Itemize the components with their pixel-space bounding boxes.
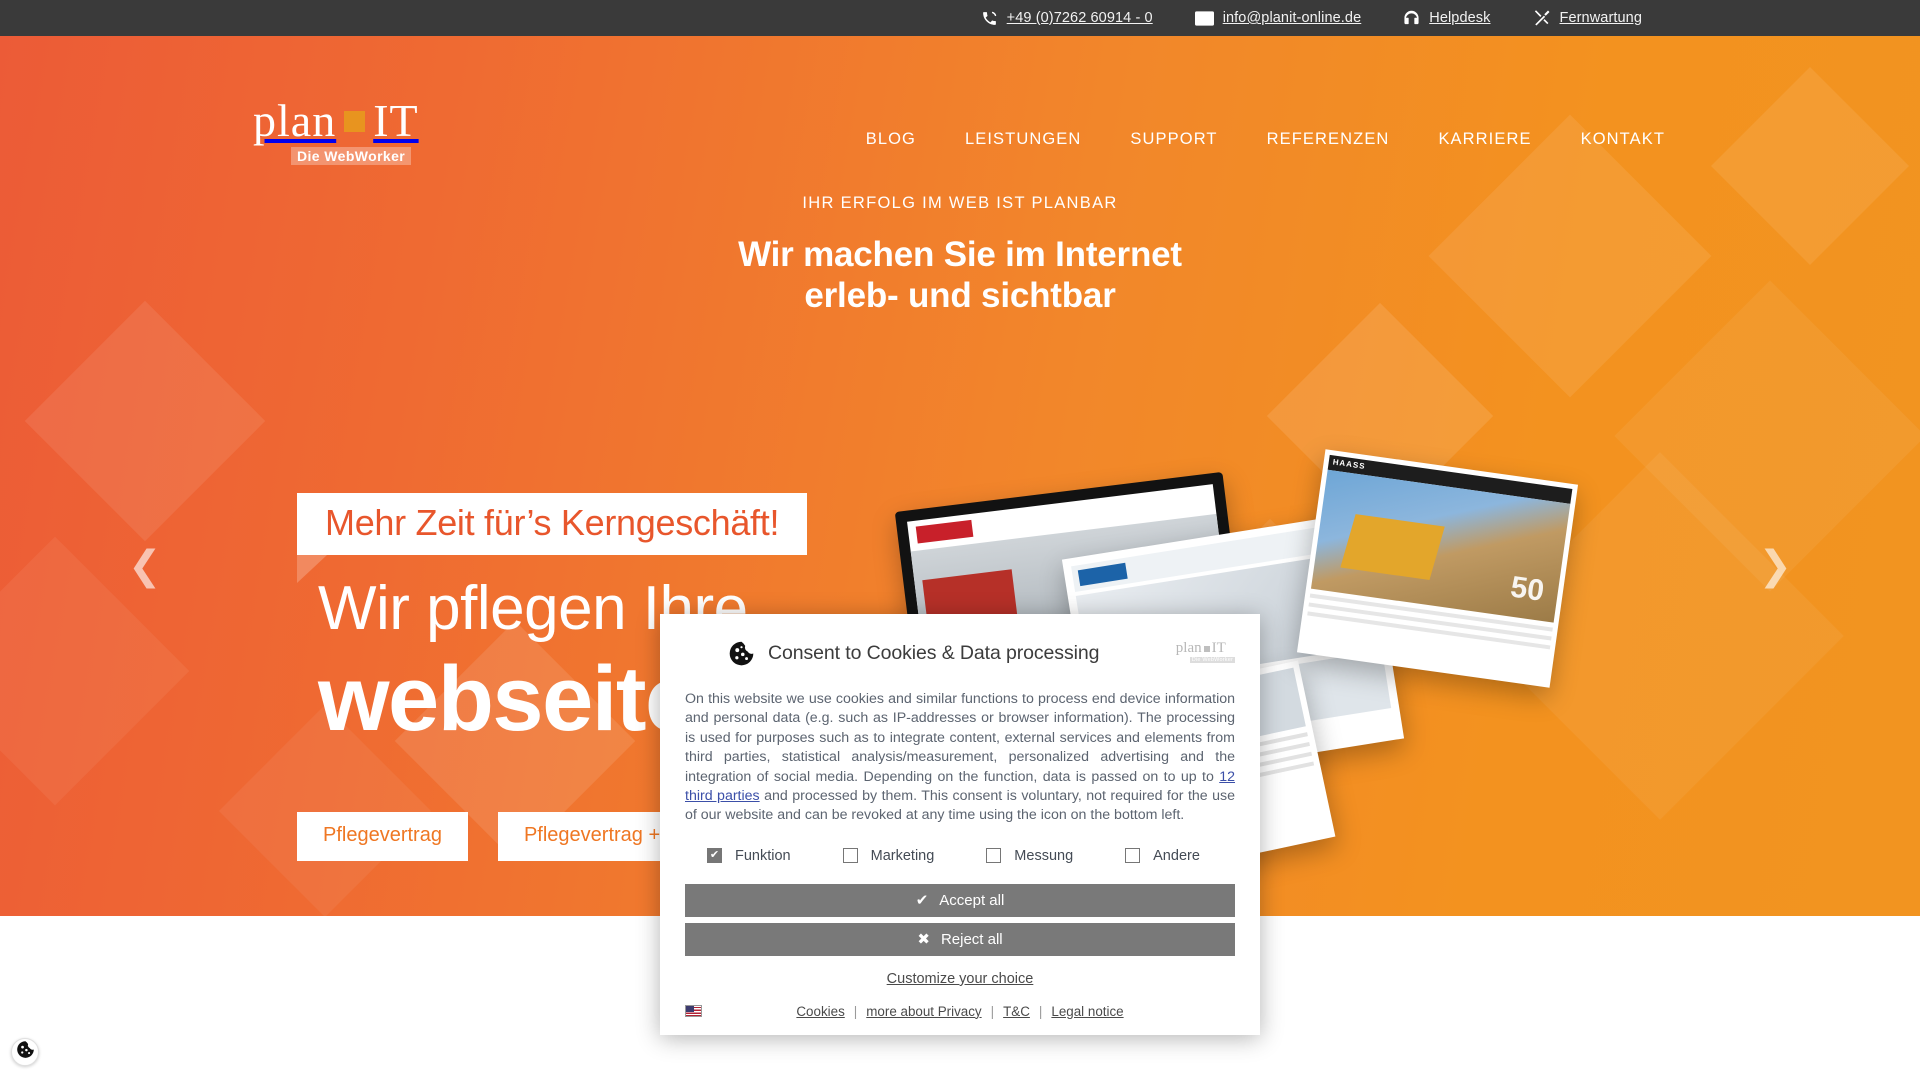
customize-choice-link[interactable]: Customize your choice bbox=[685, 971, 1235, 987]
cookie-logo-square-icon bbox=[1203, 645, 1210, 652]
slide-cta-group: Pflegevertrag Pflegevertrag + C bbox=[297, 812, 707, 861]
topbar-fernwartung[interactable]: Fernwartung bbox=[1533, 9, 1643, 27]
headset-icon bbox=[1403, 10, 1420, 27]
topbar-phone[interactable]: +49 (0)7262 60914 - 0 bbox=[981, 10, 1153, 27]
accept-all-button[interactable]: ✔ Accept all bbox=[685, 883, 1235, 917]
right-mockup-number: 50 bbox=[1508, 570, 1547, 608]
reject-all-label: Reject all bbox=[940, 930, 1003, 948]
cookie-dialog-footer: Cookies | more about Privacy | T&C | Leg… bbox=[685, 1004, 1235, 1023]
checkbox-andere[interactable]: Andere bbox=[1112, 848, 1200, 864]
website-mockup-right: HAASS 50 bbox=[1296, 449, 1579, 688]
brand-word-b: IT bbox=[373, 95, 419, 146]
carousel-prev-button[interactable]: ❮ bbox=[128, 546, 162, 586]
cookie-settings-fab[interactable] bbox=[11, 1038, 39, 1066]
nav-item-leistungen[interactable]: LEISTUNGEN bbox=[965, 122, 1081, 157]
footer-link-privacy[interactable]: more about Privacy bbox=[866, 1004, 981, 1019]
topbar-email-label: info@planit-online.de bbox=[1222, 10, 1362, 26]
phone-icon bbox=[981, 10, 998, 27]
nav-item-kontakt[interactable]: KONTAKT bbox=[1581, 122, 1665, 157]
checkbox-marketing-label: Marketing bbox=[870, 847, 935, 864]
cookie-dialog-title: Consent to Cookies & Data processing bbox=[768, 641, 1100, 664]
footer-separator-3: | bbox=[1038, 1003, 1043, 1019]
nav-item-blog[interactable]: BLOG bbox=[866, 122, 916, 157]
footer-separator-2: | bbox=[990, 1003, 995, 1019]
slide-banner-text: Mehr Zeit für’s Kerngeschäft! bbox=[325, 502, 780, 543]
slide-cta-pflegevertrag[interactable]: Pflegevertrag bbox=[297, 812, 468, 861]
footer-link-tc[interactable]: T&C bbox=[1003, 1004, 1030, 1019]
cookie-logo-tagline: Die WebWorker bbox=[1189, 657, 1235, 663]
topbar-email[interactable]: info@planit-online.de bbox=[1194, 10, 1362, 26]
cookie-icon bbox=[728, 640, 755, 667]
carousel-next-button[interactable]: ❯ bbox=[1758, 546, 1792, 586]
slide-line-3: webseite bbox=[318, 648, 696, 750]
topbar-helpdesk[interactable]: Helpdesk bbox=[1403, 10, 1490, 27]
cross-icon: ✖ bbox=[917, 931, 930, 949]
tools-icon bbox=[1533, 9, 1551, 27]
chevron-right-icon: ❯ bbox=[1758, 543, 1792, 589]
checkbox-funktion-box[interactable] bbox=[707, 848, 722, 864]
topbar-fernwartung-label: Fernwartung bbox=[1559, 10, 1642, 26]
checkbox-messung-box[interactable] bbox=[986, 848, 1002, 864]
accept-all-label: Accept all bbox=[939, 891, 1005, 909]
checkbox-funktion-label: Funktion bbox=[735, 847, 791, 864]
checkbox-funktion[interactable]: Funktion bbox=[694, 848, 791, 864]
right-mockup-brand: HAASS bbox=[1332, 457, 1367, 471]
cookie-category-checkboxes: Funktion Marketing Messung Andere bbox=[685, 848, 1235, 864]
footer-separator-1: | bbox=[853, 1003, 858, 1019]
cookie-body-part1: On this website we use cookies and simil… bbox=[685, 691, 1235, 785]
hero-title-line2: erleb- und sichtbar bbox=[804, 276, 1116, 315]
footer-link-cookies[interactable]: Cookies bbox=[796, 1004, 844, 1019]
chevron-left-icon: ❮ bbox=[128, 543, 162, 589]
checkbox-messung-label: Messung bbox=[1014, 847, 1074, 864]
top-utility-bar: +49 (0)7262 60914 - 0 info@planit-online… bbox=[0, 0, 1920, 36]
brand-logo[interactable]: plan IT Die WebWorker bbox=[253, 98, 437, 165]
site-header: plan IT Die WebWorker BLOG LEISTUNGEN SU… bbox=[0, 36, 1920, 165]
footer-link-legal-notice[interactable]: Legal notice bbox=[1051, 1004, 1123, 1019]
cookie-logo-word-a: plan bbox=[1175, 640, 1202, 656]
brand-tagline: Die WebWorker bbox=[291, 147, 412, 165]
nav-item-referenzen[interactable]: REFERENZEN bbox=[1267, 122, 1390, 157]
brand-word-a: plan bbox=[253, 95, 337, 146]
check-icon: ✔ bbox=[915, 892, 929, 910]
cookie-icon bbox=[16, 1040, 35, 1064]
checkbox-marketing-box[interactable] bbox=[842, 848, 858, 864]
reject-all-button[interactable]: ✖ Reject all bbox=[685, 922, 1235, 956]
topbar-phone-label: +49 (0)7262 60914 - 0 bbox=[1006, 10, 1153, 26]
cookie-dialog-body: On this website we use cookies and simil… bbox=[685, 690, 1235, 826]
topbar-helpdesk-label: Helpdesk bbox=[1429, 10, 1491, 26]
cookie-logo-word-b: IT bbox=[1211, 640, 1226, 656]
hero-kicker: IHR ERFOLG IM WEB IST PLANBAR bbox=[802, 194, 1118, 212]
cookie-dialog-header: Consent to Cookies & Data processing pla… bbox=[685, 632, 1235, 674]
cookie-consent-dialog: Consent to Cookies & Data processing pla… bbox=[660, 614, 1260, 1035]
brand-square-icon bbox=[344, 110, 366, 132]
cookie-body-part2: and processed by them. This consent is v… bbox=[685, 788, 1235, 824]
main-navigation: BLOG LEISTUNGEN SUPPORT REFERENZEN KARRI… bbox=[866, 122, 1665, 157]
cookie-dialog-logo: plan IT Die WebWorker bbox=[1176, 640, 1235, 663]
nav-item-support[interactable]: SUPPORT bbox=[1130, 122, 1217, 157]
hero-title: Wir machen Sie im Internet erleb- und si… bbox=[0, 234, 1920, 316]
nav-item-karriere[interactable]: KARRIERE bbox=[1438, 122, 1531, 157]
envelope-icon bbox=[1194, 10, 1214, 26]
checkbox-marketing[interactable]: Marketing bbox=[830, 847, 935, 864]
checkbox-andere-label: Andere bbox=[1153, 847, 1200, 864]
hero-title-line1: Wir machen Sie im Internet bbox=[738, 235, 1182, 274]
checkbox-messung[interactable]: Messung bbox=[973, 848, 1073, 864]
us-flag-icon[interactable] bbox=[685, 1005, 702, 1018]
slide-banner: Mehr Zeit für’s Kerngeschäft! bbox=[297, 493, 808, 583]
brand-logo-wordmark: plan IT bbox=[253, 98, 437, 144]
checkbox-andere-box[interactable] bbox=[1125, 848, 1141, 864]
